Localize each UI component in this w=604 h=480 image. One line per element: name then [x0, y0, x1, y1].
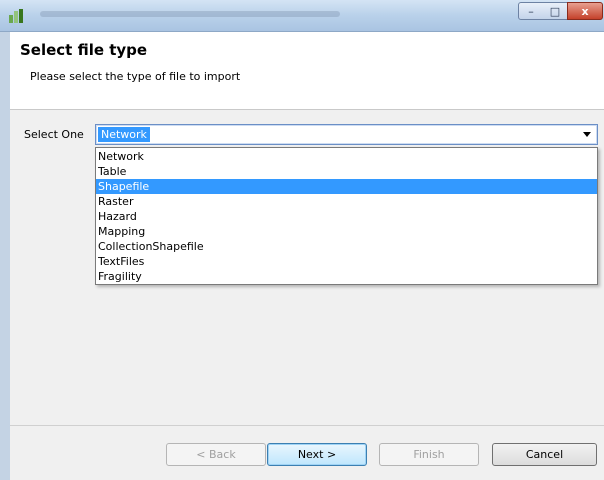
next-button[interactable]: Next >: [267, 443, 367, 466]
app-icon: [9, 9, 23, 23]
window-left-edge: [0, 32, 10, 480]
cancel-button[interactable]: Cancel: [492, 443, 597, 466]
dropdown-option[interactable]: TextFiles: [96, 254, 597, 269]
close-button[interactable]: x: [567, 2, 603, 20]
dropdown-option[interactable]: Table: [96, 164, 597, 179]
dropdown-option[interactable]: CollectionShapefile: [96, 239, 597, 254]
dropdown-arrow-icon[interactable]: [583, 132, 591, 137]
page-description: Please select the type of file to import: [30, 70, 241, 83]
maximize-button[interactable]: □: [543, 2, 568, 20]
file-type-dropdown-list: Network Table Shapefile Raster Hazard Mapping…: [95, 147, 598, 285]
window-title-blurred: [40, 11, 340, 17]
dropdown-option[interactable]: Network: [96, 149, 597, 164]
dropdown-option[interactable]: Hazard: [96, 209, 597, 224]
file-type-select[interactable]: Network: [95, 124, 598, 145]
select-label: Select One: [24, 128, 84, 141]
wizard-header: Select file type Please select the type …: [10, 32, 604, 110]
back-button[interactable]: < Back: [166, 443, 266, 466]
page-title: Select file type: [20, 41, 148, 59]
dropdown-option[interactable]: Fragility: [96, 269, 597, 284]
dropdown-option[interactable]: Shapefile: [96, 179, 597, 194]
footer-separator: [10, 425, 604, 426]
dropdown-option[interactable]: Mapping: [96, 224, 597, 239]
finish-button[interactable]: Finish: [379, 443, 479, 466]
minimize-button[interactable]: –: [518, 2, 544, 20]
dropdown-option[interactable]: Raster: [96, 194, 597, 209]
title-bar: – □ x: [0, 0, 604, 32]
selected-value: Network: [98, 127, 150, 142]
